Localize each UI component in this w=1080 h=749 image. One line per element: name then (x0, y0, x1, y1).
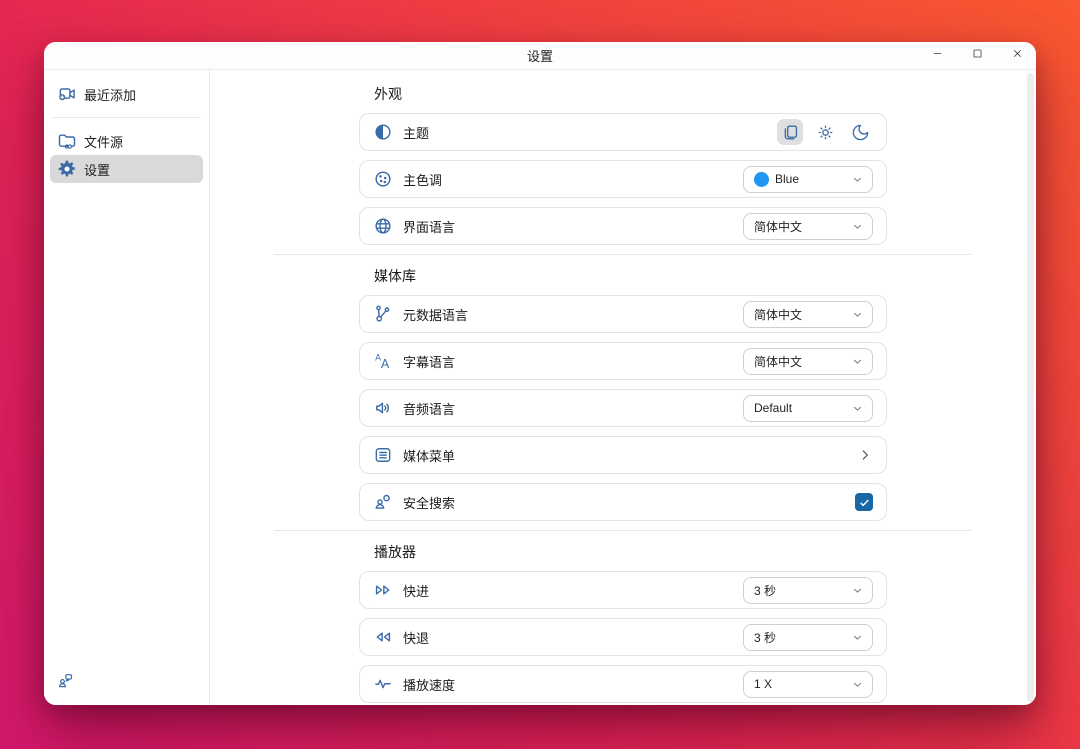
fast-forward-icon (373, 580, 393, 600)
minimize-button[interactable] (930, 49, 944, 63)
safe-search-checkbox[interactable] (855, 493, 873, 511)
moon-icon (851, 123, 870, 142)
sidebar-item-settings[interactable]: 设置 (50, 155, 203, 183)
check-icon (858, 496, 871, 509)
setting-label: 主色调 (403, 170, 442, 189)
chevron-down-icon (851, 308, 864, 321)
sidebar-item-label: 设置 (84, 160, 110, 179)
select-value: Blue (775, 172, 845, 186)
chevron-down-icon (851, 173, 864, 186)
setting-row-theme: 主题 (359, 113, 887, 151)
sidebar: 最近添加 文件源 设置 (44, 70, 210, 705)
section-divider (274, 254, 972, 255)
chevron-down-icon (851, 220, 864, 233)
titlebar[interactable]: 设置 (44, 42, 1036, 70)
theme-light-button[interactable] (812, 119, 838, 145)
recently-added-icon (57, 84, 77, 104)
chevron-down-icon (851, 355, 864, 368)
theme-dark-button[interactable] (847, 119, 873, 145)
setting-row-safe-search: 安全搜索 (359, 483, 887, 521)
feedback-icon (57, 672, 74, 689)
setting-row-playback-speed: 播放速度 1 X (359, 665, 887, 703)
setting-label: 元数据语言 (403, 305, 468, 324)
sidebar-item-label: 最近添加 (84, 85, 136, 104)
window-title: 设置 (44, 46, 1036, 65)
metadata-language-select[interactable]: 简体中文 (743, 301, 873, 328)
select-value: Default (754, 401, 845, 415)
theme-toggle-group (777, 119, 873, 145)
select-value: 简体中文 (754, 353, 845, 370)
minimize-icon (931, 47, 944, 65)
setting-label: 音频语言 (403, 399, 455, 418)
globe-icon (373, 216, 393, 236)
setting-row-ui-language: 界面语言 简体中文 (359, 207, 887, 245)
sidebar-item-file-sources[interactable]: 文件源 (50, 127, 203, 155)
setting-label: 快进 (403, 581, 429, 600)
blue-color-swatch (754, 172, 769, 187)
audio-language-select[interactable]: Default (743, 395, 873, 422)
list-icon (373, 445, 393, 465)
svg-text:A: A (381, 357, 390, 371)
setting-row-metadata-language: 元数据语言 简体中文 (359, 295, 887, 333)
file-sources-icon (57, 131, 77, 151)
setting-label: 主题 (403, 123, 429, 142)
sidebar-item-label: 文件源 (84, 132, 123, 151)
close-button[interactable] (1010, 49, 1024, 63)
maximize-button[interactable] (970, 49, 984, 63)
sun-icon (816, 123, 835, 142)
maximize-icon (971, 47, 984, 65)
sidebar-divider (52, 117, 201, 118)
chevron-down-icon (851, 678, 864, 691)
accent-color-select[interactable]: Blue (743, 166, 873, 193)
settings-content: 外观 主题 (210, 70, 1036, 705)
chevron-down-icon (851, 631, 864, 644)
subtitle-language-select[interactable]: 简体中文 (743, 348, 873, 375)
select-value: 简体中文 (754, 306, 845, 323)
section-title-library: 媒体库 (374, 266, 972, 286)
rewind-icon (373, 627, 393, 647)
ui-language-select[interactable]: 简体中文 (743, 213, 873, 240)
person-search-icon (373, 492, 393, 512)
settings-window: 设置 最近添加 (44, 42, 1036, 705)
setting-label: 界面语言 (403, 217, 455, 236)
select-value: 3 秒 (754, 629, 845, 646)
scrollbar[interactable] (1027, 73, 1034, 702)
select-value: 1 X (754, 677, 845, 691)
setting-row-media-menu[interactable]: 媒体菜单 (359, 436, 887, 474)
setting-label: 媒体菜单 (403, 446, 455, 465)
pulse-icon (373, 674, 393, 694)
setting-label: 播放速度 (403, 675, 455, 694)
chevron-down-icon (851, 584, 864, 597)
chevron-right-icon (857, 447, 873, 463)
select-value: 3 秒 (754, 582, 845, 599)
setting-label: 安全搜索 (403, 493, 455, 512)
close-icon (1011, 47, 1024, 65)
setting-label: 快退 (403, 628, 429, 647)
stacked-pages-icon (781, 123, 800, 142)
setting-row-audio-language: 音频语言 Default (359, 389, 887, 427)
setting-row-subtitle-language: A A 字幕语言 简体中文 (359, 342, 887, 380)
window-controls (930, 42, 1024, 70)
contrast-icon (373, 122, 393, 142)
section-divider (274, 530, 972, 531)
chevron-down-icon (851, 402, 864, 415)
setting-row-fast-forward: 快进 3 秒 (359, 571, 887, 609)
theme-auto-button[interactable] (777, 119, 803, 145)
setting-label: 字幕语言 (403, 352, 455, 371)
color-wheel-icon (373, 169, 393, 189)
metadata-icon (373, 304, 393, 324)
playback-speed-select[interactable]: 1 X (743, 671, 873, 698)
select-value: 简体中文 (754, 218, 845, 235)
speaker-icon (373, 398, 393, 418)
settings-gear-icon (57, 159, 77, 179)
sidebar-item-recently-added[interactable]: 最近添加 (50, 80, 203, 108)
setting-row-rewind: 快退 3 秒 (359, 618, 887, 656)
setting-row-accent-color: 主色调 Blue (359, 160, 887, 198)
fast-forward-select[interactable]: 3 秒 (743, 577, 873, 604)
section-title-appearance: 外观 (374, 84, 972, 104)
subtitles-icon: A A (373, 351, 393, 371)
section-title-player: 播放器 (374, 542, 972, 562)
rewind-select[interactable]: 3 秒 (743, 624, 873, 651)
sidebar-footer[interactable] (57, 672, 74, 694)
